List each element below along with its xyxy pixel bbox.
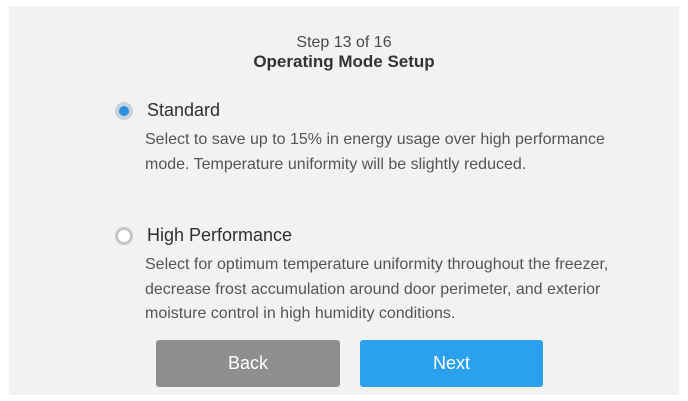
high-performance-radio[interactable] <box>115 227 133 245</box>
setup-screen: Step 13 of 16 Operating Mode Setup Stand… <box>9 6 679 395</box>
standard-radio[interactable] <box>115 102 133 120</box>
page-title: Operating Mode Setup <box>253 52 435 71</box>
high-performance-description: Select for optimum temperature uniformit… <box>145 256 609 322</box>
step-indicator: Step 13 of 16 <box>296 34 392 51</box>
standard-label[interactable]: Standard <box>147 100 220 121</box>
next-button[interactable]: Next <box>360 340 543 387</box>
high-performance-label[interactable]: High Performance <box>147 225 292 246</box>
standard-description: Select to save up to 15% in energy usage… <box>145 131 605 173</box>
back-button[interactable]: Back <box>156 340 340 387</box>
